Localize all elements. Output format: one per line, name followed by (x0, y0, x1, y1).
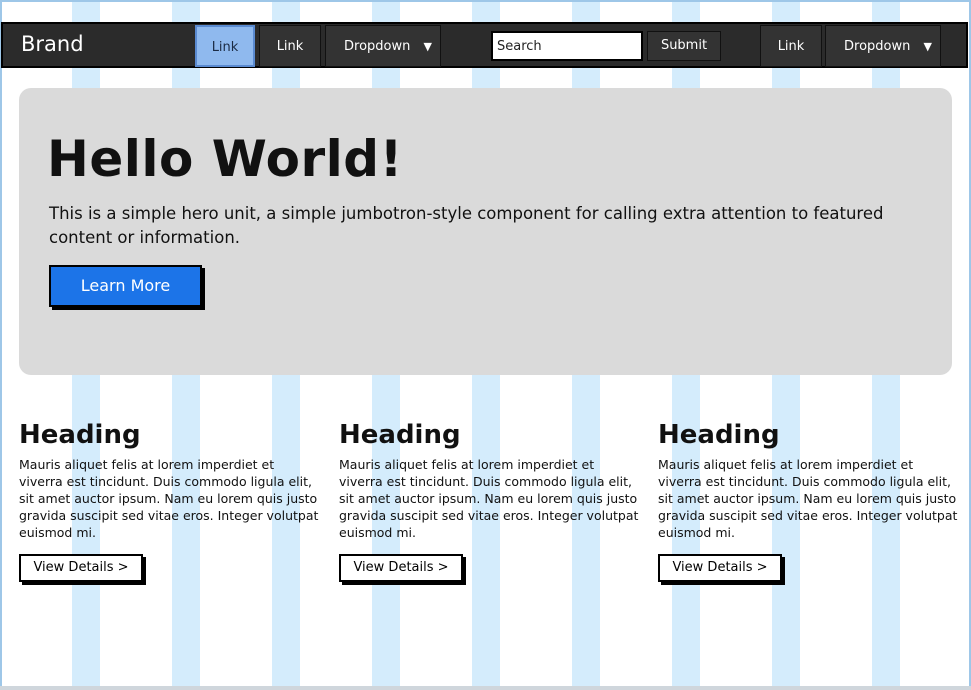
content-column-1: Heading Mauris aliquet felis at lorem im… (19, 420, 319, 582)
chevron-down-icon: ▼ (423, 40, 432, 53)
view-details-button[interactable]: View Details > (658, 554, 782, 582)
navbar: Brand Link Link Dropdown ▼ Submit Link D… (1, 22, 968, 68)
nav-link-2[interactable]: Link (259, 25, 321, 67)
column-heading: Heading (19, 420, 141, 450)
column-text: Mauris aliquet felis at lorem imperdiet … (339, 457, 639, 540)
column-text: Mauris aliquet felis at lorem imperdiet … (658, 457, 958, 540)
brand-logo[interactable]: Brand (21, 32, 84, 56)
column-heading: Heading (658, 420, 780, 450)
column-heading: Heading (339, 420, 461, 450)
submit-button[interactable]: Submit (647, 31, 721, 61)
content-column-2: Heading Mauris aliquet felis at lorem im… (339, 420, 639, 582)
chevron-down-icon: ▼ (923, 40, 932, 53)
content-column-3: Heading Mauris aliquet felis at lorem im… (658, 420, 958, 582)
nav-dropdown-2[interactable]: Dropdown ▼ (825, 25, 941, 67)
nav-dropdown-2-label: Dropdown (844, 39, 911, 54)
window-frame-top (0, 0, 971, 2)
nav-dropdown-1[interactable]: Dropdown ▼ (325, 25, 441, 67)
view-details-button[interactable]: View Details > (339, 554, 463, 582)
nav-dropdown-1-label: Dropdown (344, 39, 411, 54)
nav-link-2-label: Link (276, 39, 304, 54)
window-frame-bottom (0, 686, 971, 690)
nav-link-3[interactable]: Link (760, 25, 822, 67)
nav-link-1-label: Link (211, 40, 239, 55)
hero-title: Hello World! (47, 130, 403, 188)
hero-description: This is a simple hero unit, a simple jum… (49, 204, 884, 247)
nav-link-3-label: Link (777, 39, 805, 54)
learn-more-button[interactable]: Learn More (49, 265, 202, 307)
hero-unit: Hello World! This is a simple hero unit,… (19, 88, 952, 375)
column-text: Mauris aliquet felis at lorem imperdiet … (19, 457, 319, 540)
view-details-button[interactable]: View Details > (19, 554, 143, 582)
nav-link-1[interactable]: Link (195, 25, 255, 67)
window-frame-left (0, 0, 2, 690)
search-input[interactable] (491, 31, 643, 61)
